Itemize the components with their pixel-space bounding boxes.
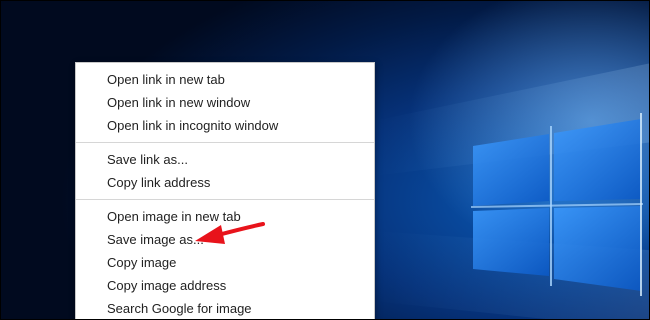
screenshot-frame: Open link in new tab Open link in new wi…	[0, 0, 650, 320]
red-arrow-icon	[195, 222, 265, 244]
